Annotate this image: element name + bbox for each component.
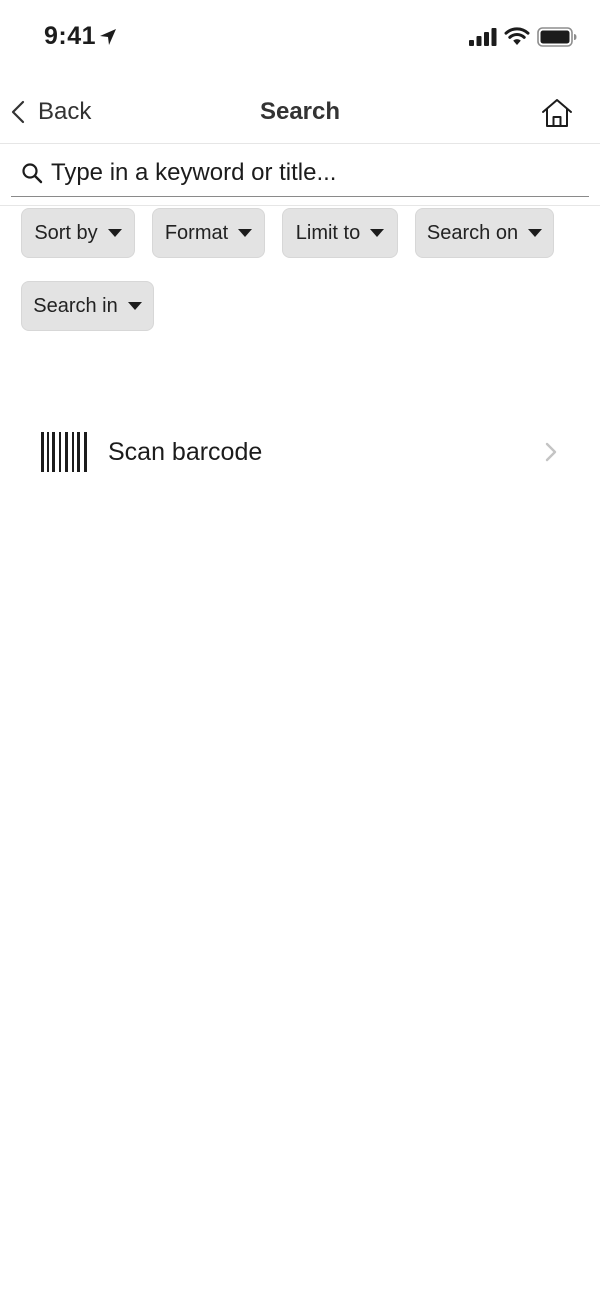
search-on-label: Search on bbox=[426, 221, 519, 244]
status-time: 9:41 bbox=[44, 22, 97, 50]
format-label: Format bbox=[164, 221, 229, 244]
location-arrow-icon bbox=[100, 29, 116, 45]
sort-by-label: Sort by bbox=[34, 221, 98, 244]
cellular-signal-icon bbox=[469, 28, 497, 46]
scan-barcode-label: Scan barcode bbox=[108, 438, 263, 466]
caret-down-icon bbox=[528, 229, 543, 237]
limit-to-dropdown[interactable]: Limit to bbox=[282, 208, 398, 258]
battery-icon bbox=[537, 27, 577, 47]
navigation-bar: Back Search bbox=[0, 80, 600, 144]
search-on-dropdown[interactable]: Search on bbox=[415, 208, 554, 258]
status-bar: 9:41 bbox=[0, 0, 600, 76]
scan-barcode-row[interactable]: Scan barcode bbox=[0, 420, 600, 484]
search-in-dropdown[interactable]: Search in bbox=[21, 281, 154, 331]
barcode-icon bbox=[41, 432, 87, 472]
back-label: Back bbox=[38, 98, 92, 125]
back-button[interactable]: Back bbox=[8, 94, 91, 130]
divider bbox=[0, 205, 600, 206]
caret-down-icon bbox=[127, 302, 142, 310]
sort-by-dropdown[interactable]: Sort by bbox=[21, 208, 135, 258]
limit-to-label: Limit to bbox=[295, 221, 361, 244]
caret-down-icon bbox=[370, 229, 385, 237]
home-icon[interactable] bbox=[540, 97, 574, 129]
caret-down-icon bbox=[238, 229, 253, 237]
wifi-icon bbox=[504, 27, 530, 45]
chevron-right-icon bbox=[545, 442, 557, 462]
chevron-left-icon bbox=[11, 100, 25, 124]
caret-down-icon bbox=[107, 229, 122, 237]
search-bar bbox=[11, 150, 589, 197]
search-in-label: Search in bbox=[33, 294, 118, 317]
search-input[interactable] bbox=[51, 159, 571, 187]
search-icon bbox=[22, 163, 43, 184]
format-dropdown[interactable]: Format bbox=[152, 208, 265, 258]
